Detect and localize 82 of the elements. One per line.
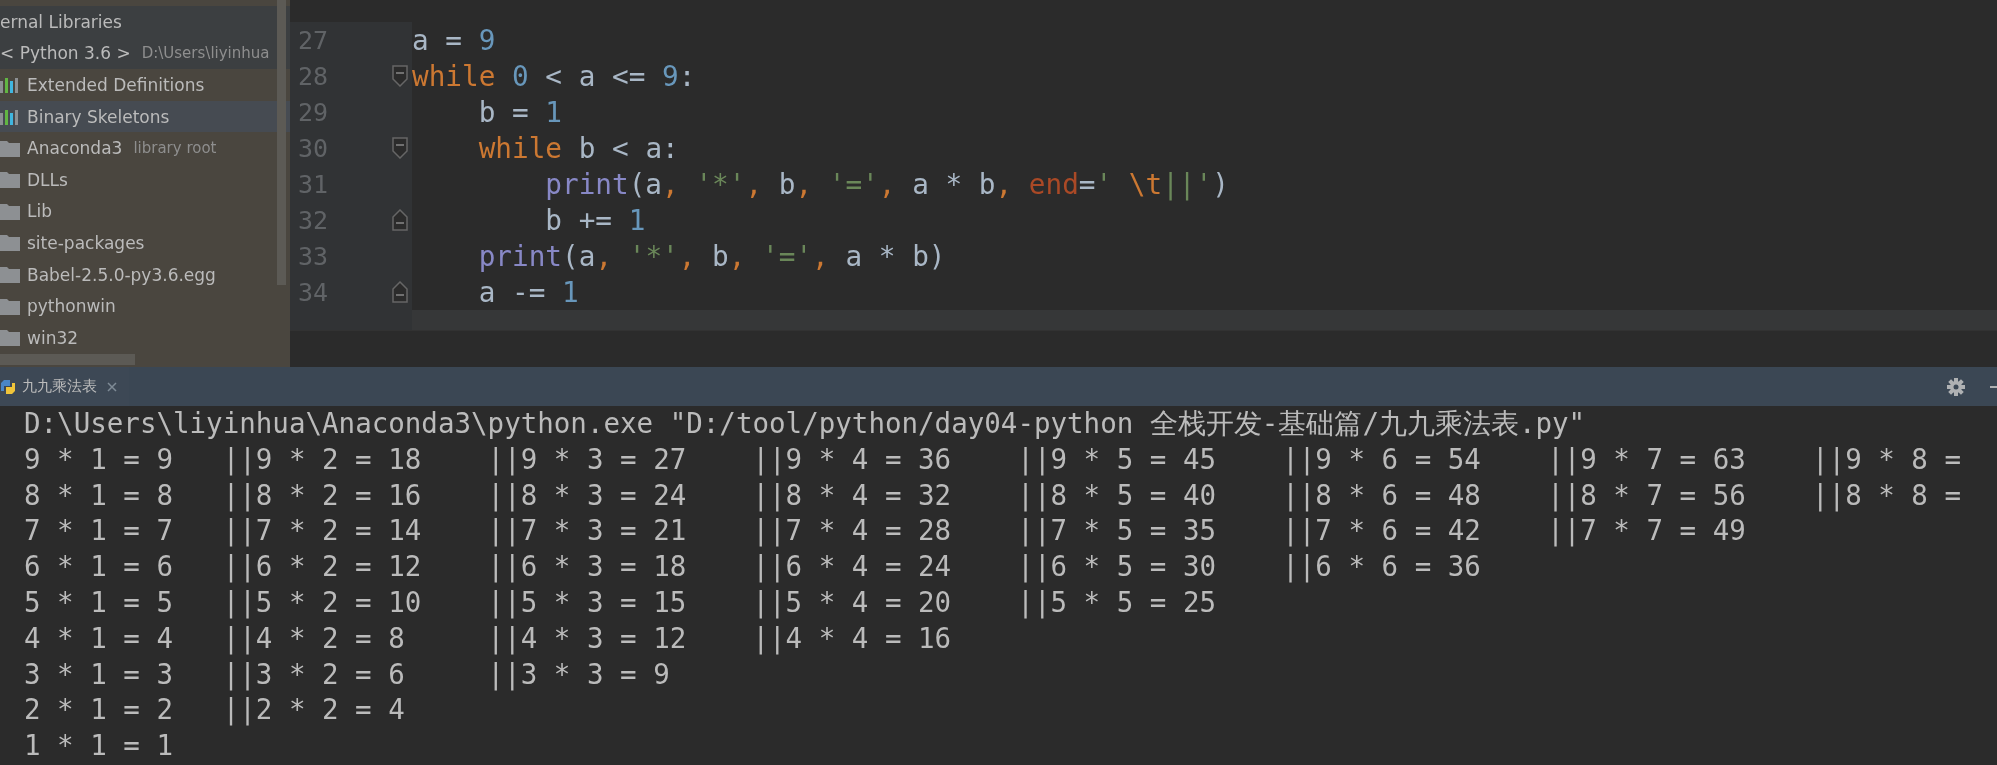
close-icon[interactable]: [107, 381, 117, 392]
folder-icon: [0, 266, 20, 284]
tree-item[interactable]: Binary Skeletons: [0, 100, 290, 133]
tree-item-hint: library root: [133, 139, 217, 158]
console-output: ||8 * 2 = 16: [222, 477, 422, 514]
tree-item-hint: D:\Users\liyinhua: [141, 44, 270, 63]
code-line: print(a, '*', b, '=', a * b, end=' \t||'): [545, 167, 1229, 201]
console-output: ||4 * 3 = 12: [487, 620, 687, 657]
tree-item[interactable]: DLLs: [0, 163, 290, 196]
console-output: ||9 * 8 =: [1812, 441, 1962, 478]
console-output: ||8 * 7 = 56: [1547, 477, 1746, 514]
console-output: ||2 * 2 = 4: [222, 692, 405, 728]
folder-icon: [0, 234, 20, 252]
console-output: ||9 * 2 = 18: [222, 441, 422, 478]
console-output: 8 * 1 = 8: [24, 477, 173, 513]
fold-icon[interactable]: [392, 65, 408, 87]
console-output: ||6 * 6 = 36: [1282, 549, 1481, 585]
tree-item[interactable]: Lib: [0, 195, 290, 228]
console-output: ||6 * 3 = 18: [487, 549, 687, 585]
console-output: 1 * 1 = 1: [24, 728, 173, 764]
console-output: ||7 * 5 = 35: [1017, 513, 1217, 549]
folder-icon: [0, 297, 20, 315]
code-line: while b < a:: [478, 131, 679, 165]
console-output: ||8 * 8 =: [1812, 477, 1962, 514]
folder-icon: [0, 329, 20, 347]
console-output: ||7 * 7 = 49: [1547, 513, 1746, 549]
fold-icon[interactable]: [392, 281, 408, 303]
code-line: b = 1: [478, 95, 563, 129]
python-icon: [0, 378, 16, 395]
settings-icon[interactable]: [1946, 376, 1966, 397]
library-bars-icon: [0, 75, 20, 95]
console-output: ||9 * 6 = 54: [1282, 441, 1481, 478]
console-output: ||5 * 4 = 20: [752, 585, 952, 621]
console-output: ||4 * 4 = 16: [752, 620, 952, 657]
console-output: ||7 * 2 = 14: [222, 513, 422, 549]
console-output: ||8 * 5 = 40: [1017, 477, 1217, 514]
console-output: 6 * 1 = 6: [24, 549, 173, 585]
console-output: ||9 * 4 = 36: [752, 441, 952, 478]
console-output: ||6 * 4 = 24: [752, 549, 952, 585]
console-output: ||8 * 3 = 24: [487, 477, 687, 514]
code-line: print(a, '*', b, '=', a * b): [478, 239, 946, 273]
scrollbar-thumb[interactable]: [277, 0, 286, 285]
folder-icon: [0, 202, 20, 220]
tree-item[interactable]: pythonwin: [0, 290, 290, 322]
console-output: ||5 * 3 = 15: [487, 585, 687, 621]
folder-icon: [0, 139, 20, 157]
console-output: ||7 * 4 = 28: [752, 513, 952, 549]
console-output: ||6 * 5 = 30: [1017, 549, 1217, 585]
console-output: ||6 * 2 = 12: [222, 549, 422, 585]
console-output: ||5 * 5 = 25: [1017, 585, 1217, 621]
tree-item[interactable]: Babel-2.5.0-py3.6.egg: [0, 258, 290, 291]
folder-icon: [0, 171, 20, 189]
code-line: while 0 < a <= 9:: [412, 59, 696, 93]
console-output: ||3 * 3 = 9: [487, 656, 670, 693]
console-output: ||3 * 2 = 6: [222, 656, 405, 693]
console-output: 3 * 1 = 3: [24, 656, 173, 692]
console-output: ||8 * 4 = 32: [752, 477, 952, 514]
console-output: ||7 * 3 = 21: [487, 513, 687, 549]
console-output: 5 * 1 = 5: [24, 585, 173, 620]
tree-item[interactable]: win32: [0, 321, 290, 354]
tree-item[interactable]: site-packages: [0, 227, 290, 259]
tree-item[interactable]: ernal Libraries: [0, 6, 290, 38]
console-output: ||7 * 6 = 42: [1282, 513, 1481, 549]
tree-item[interactable]: < Python 3.6 > D:\Users\liyinhua: [0, 37, 290, 70]
console-output: 2 * 1 = 2: [24, 692, 173, 728]
console-output: ||9 * 7 = 63: [1547, 441, 1746, 478]
console-output: 4 * 1 = 4: [24, 620, 173, 656]
tree-item[interactable]: Anaconda3 library root: [0, 132, 290, 164]
code-line: a -= 1: [478, 275, 579, 309]
console-output: ||4 * 2 = 8: [222, 620, 405, 657]
fold-icon[interactable]: [392, 137, 408, 159]
console-output: 9 * 1 = 9: [24, 441, 173, 477]
console-output: ||8 * 6 = 48: [1282, 477, 1481, 514]
console-command: D:\Users\liyinhua\Anaconda3\python.exe "D:/tool/python/day04-python 全栈开发-基础篇/九九乘法表.py": [24, 406, 1587, 441]
code-line: b += 1: [545, 203, 646, 237]
console-output: ||9 * 3 = 27: [487, 441, 687, 478]
fold-icon[interactable]: [392, 209, 408, 231]
console-output: 7 * 1 = 7: [24, 513, 173, 549]
tree-item[interactable]: Extended Definitions: [0, 69, 290, 101]
code-line: a = 9: [412, 23, 496, 57]
console-output: ||5 * 2 = 10: [222, 585, 422, 621]
console-output: ||9 * 5 = 45: [1017, 441, 1217, 478]
